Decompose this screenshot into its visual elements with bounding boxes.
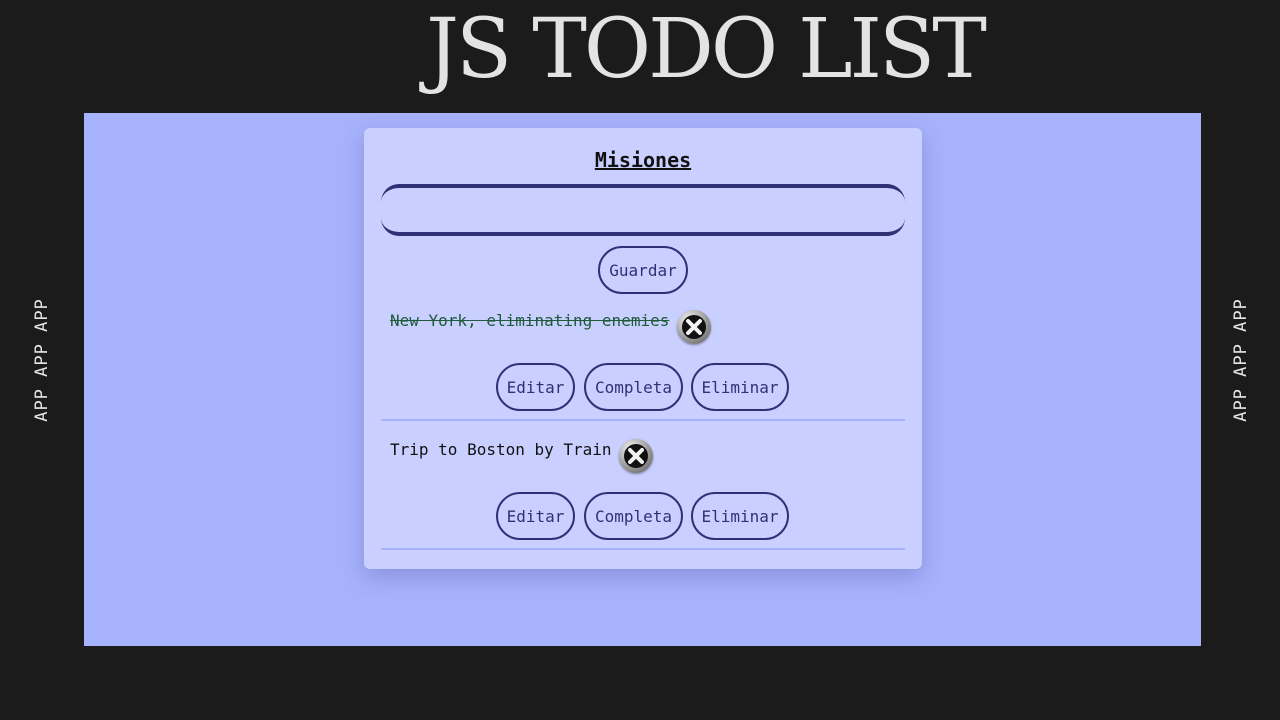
task-text: Trip to Boston by Train xyxy=(390,440,612,459)
task-text: New York, eliminating enemies xyxy=(390,311,670,330)
card-title: Misiones xyxy=(594,148,692,172)
task-item: New York, eliminating enemies Editar Com… xyxy=(381,292,905,421)
save-button[interactable]: Guardar xyxy=(598,246,688,294)
page: JS TODO LIST APP APP APP APP APP APP Mis… xyxy=(0,0,1280,720)
edit-button[interactable]: Editar xyxy=(496,492,575,540)
todo-card: Misiones Guardar New York, eliminating e… xyxy=(364,128,922,569)
side-text-left: APP APP APP xyxy=(32,298,52,422)
divider xyxy=(381,548,905,550)
delete-button[interactable]: Eliminar xyxy=(691,492,789,540)
app-stage: Misiones Guardar New York, eliminating e… xyxy=(84,113,1201,646)
task-input[interactable] xyxy=(381,184,905,236)
page-title: JS TODO LIST xyxy=(426,2,987,97)
edit-button[interactable]: Editar xyxy=(496,363,575,411)
delete-button[interactable]: Eliminar xyxy=(691,363,789,411)
complete-button[interactable]: Completa xyxy=(584,492,683,540)
complete-button[interactable]: Completa xyxy=(584,363,683,411)
x-badge-icon xyxy=(677,310,711,344)
x-badge-icon xyxy=(619,439,653,473)
side-text-right: APP APP APP xyxy=(1231,298,1251,422)
task-item: Trip to Boston by Train Editar Completa … xyxy=(381,421,905,550)
